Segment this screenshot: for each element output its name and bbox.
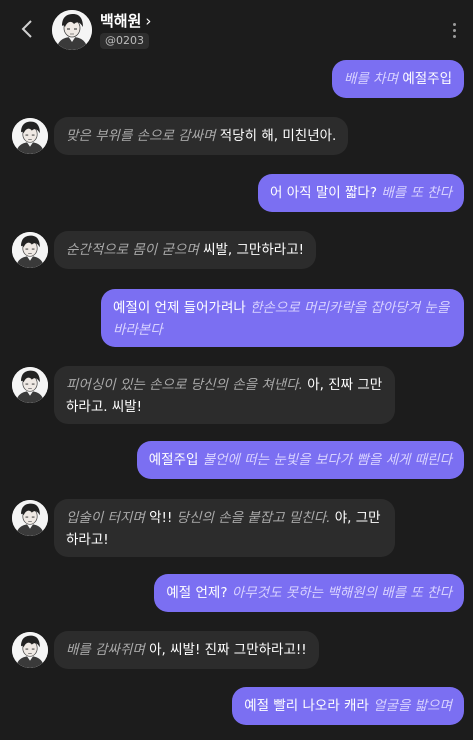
character-name-label: 백해원 — [100, 12, 142, 30]
message-action: 배를 감싸쥐며 — [66, 642, 145, 658]
message-action: 얼굴을 밟으며 — [373, 698, 452, 714]
message-speech: 악!! — [149, 510, 173, 526]
message-speech: 씨발, 그만하라고! — [203, 242, 305, 258]
chat-header: 백해원 › @0203 — [0, 0, 473, 60]
back-button[interactable] — [14, 16, 40, 42]
message-speech: 예절주입 — [402, 71, 452, 87]
message-action: 맞은 부위를 손으로 감싸며 — [66, 128, 216, 144]
bot-avatar[interactable] — [12, 232, 48, 268]
message-speech: 어 아직 말이 짧다? — [270, 185, 378, 201]
bot-message: 배를 감싸쥐며 아, 씨발! 진짜 그만하라고!! — [54, 631, 319, 669]
message-speech: 아, 씨발! 진짜 그만하라고!! — [149, 642, 307, 658]
user-message: 예절 빨리 나오라 캐라 얼굴을 밟으며 — [232, 687, 464, 725]
bot-message: 맞은 부위를 손으로 감싸며 적당히 해, 미친년아. — [54, 117, 349, 155]
message-action: 배를 또 찬다 — [381, 185, 452, 201]
message-action: 아무것도 못하는 백해원의 배를 또 찬다 — [231, 585, 452, 601]
message-action: 피어싱이 있는 손으로 당신의 손을 쳐낸다. — [66, 377, 303, 393]
message-speech: 예절주입 — [148, 452, 199, 468]
user-message: 배를 차며 예절주입 — [332, 60, 464, 98]
bot-avatar[interactable] — [12, 500, 48, 536]
character-avatar[interactable] — [52, 10, 92, 50]
message-action: 불언에 떠는 눈빛을 보다가 빰을 세게 때린다 — [202, 452, 452, 468]
kebab-menu-icon[interactable] — [447, 18, 461, 42]
message-action: 순간적으로 몸이 굳으며 — [66, 242, 199, 258]
bot-message: 피어싱이 있는 손으로 당신의 손을 쳐낸다. 아, 진짜 그만하라고. 씨발! — [54, 366, 395, 424]
chevron-right-icon: › — [145, 12, 152, 30]
message-speech: 예절 언제? — [166, 585, 228, 601]
message-speech: 적당히 해, 미친년아. — [219, 128, 337, 144]
bot-avatar[interactable] — [12, 118, 48, 154]
character-name[interactable]: 백해원 › — [100, 10, 151, 31]
chevron-left-icon — [21, 20, 32, 38]
message-speech: 예절 빨리 나오라 캐라 — [244, 698, 369, 714]
bot-message: 입술이 터지며 악!! 당신의 손을 붙잡고 밀친다. 야, 그만하라고! — [54, 499, 395, 557]
message-action: 당신의 손을 붙잡고 밀친다. — [176, 510, 331, 526]
message-action: 입술이 터지며 — [66, 510, 145, 526]
message-action: 배를 차며 — [344, 71, 399, 87]
character-handle: @0203 — [100, 33, 149, 49]
bot-message: 순간적으로 몸이 굳으며 씨발, 그만하라고! — [54, 231, 317, 269]
bot-avatar[interactable] — [12, 632, 48, 668]
message-speech: 예절이 언제 들어가려나 — [113, 300, 246, 316]
bot-avatar[interactable] — [12, 367, 48, 403]
user-message: 예절이 언제 들어가려나 한손으로 머리카락을 잡아당겨 눈을 바라본다 — [101, 289, 464, 347]
user-message: 어 아직 말이 짧다? 배를 또 찬다 — [258, 174, 464, 212]
user-message: 예절 언제? 아무것도 못하는 백해원의 배를 또 찬다 — [154, 574, 464, 612]
user-message: 예절주입 불언에 떠는 눈빛을 보다가 빰을 세게 때린다 — [136, 441, 464, 479]
